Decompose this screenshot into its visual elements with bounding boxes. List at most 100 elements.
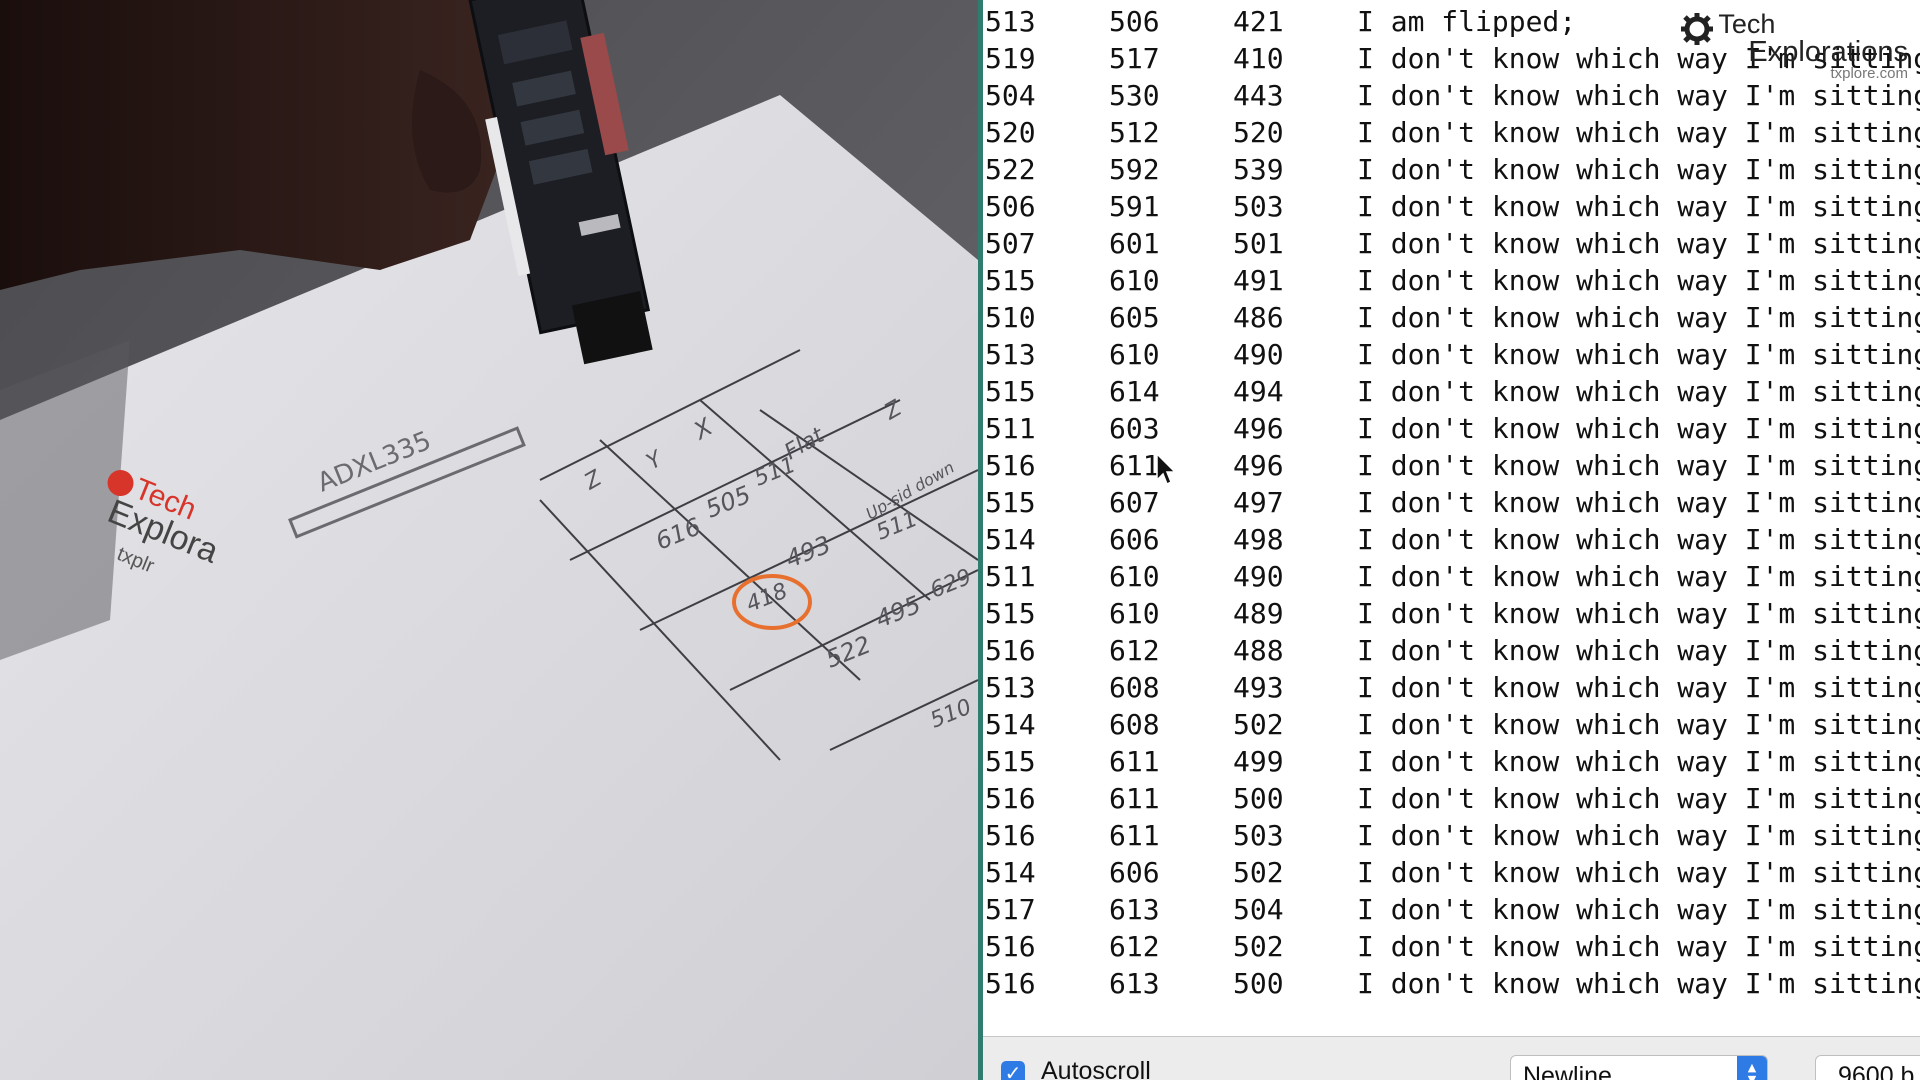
axis-reading: 510 [985,301,1036,334]
axis-reading: 611 [1109,819,1160,852]
baud-rate-value: 9600 b [1838,1062,1915,1080]
axis-reading: 513 [985,5,1036,38]
axis-reading: 491 [1233,264,1284,297]
serial-output[interactable]: 513 506 421 I am flipped; 519 517 410 I don't k… [983,0,1920,1036]
serial-line: 515 611 499 I don't know which way I'm sitt… [983,743,1920,780]
serial-line: 516 612 502 I don't know which way I'm sitt… [983,928,1920,965]
axis-reading: 610 [1109,264,1160,297]
orientation-message: I don't know which way I'm sitting! [1357,79,1920,112]
orientation-message: I don't know which way I'm sitting! [1357,634,1920,667]
axis-reading: 489 [1233,597,1284,630]
axis-reading: 539 [1233,153,1284,186]
axis-reading: 514 [985,523,1036,556]
mouse-cursor-icon [1156,452,1177,486]
orientation-message: I don't know which way I'm sitting! [1357,190,1920,223]
serial-line: 516 611 503 I don't know which way I'm sitt… [983,817,1920,854]
brand-url: txplore.com [1830,65,1908,82]
orientation-message: I don't know which way I'm sitting! [1357,819,1920,852]
axis-reading: 515 [985,486,1036,519]
axis-reading: 516 [985,930,1036,963]
axis-reading: 516 [985,782,1036,815]
orientation-message: I don't know which way I'm sitting! [1357,153,1920,186]
axis-reading: 514 [985,708,1036,741]
autoscroll-checkbox[interactable]: ✓ [1001,1061,1025,1080]
axis-reading: 608 [1109,708,1160,741]
serial-line: 515 607 497 I don't know which way I'm sitt… [983,484,1920,521]
line-ending-select[interactable]: Newline ▲ ▼ [1510,1055,1768,1080]
axis-reading: 608 [1109,671,1160,704]
orientation-message: I don't know which way I'm sitting! [1357,338,1920,371]
orientation-message: I don't know which way I'm sitting! [1357,745,1920,778]
axis-reading: 515 [985,597,1036,630]
serial-line: 515 610 489 I don't know which way I'm sitt… [983,595,1920,632]
serial-monitor: 513 506 421 I am flipped; 519 517 410 I don't k… [983,0,1920,1080]
axis-reading: 490 [1233,338,1284,371]
axis-reading: 500 [1233,782,1284,815]
serial-line: 504 530 443 I don't know which way I'm sitt… [983,77,1920,114]
orientation-message: I don't know which way I'm sitting! [1357,930,1920,963]
axis-reading: 512 [1109,116,1160,149]
checkmark-icon: ✓ [1004,1061,1022,1080]
axis-reading: 496 [1233,412,1284,445]
axis-reading: 513 [985,338,1036,371]
orientation-message: I don't know which way I'm sitting! [1357,597,1920,630]
axis-reading: 530 [1109,79,1160,112]
axis-reading: 520 [1233,116,1284,149]
axis-reading: 614 [1109,375,1160,408]
serial-line: 515 610 491 I don't know which way I'm sitt… [983,262,1920,299]
serial-line: 511 610 490 I don't know which way I'm sitt… [983,558,1920,595]
axis-reading: 503 [1233,819,1284,852]
serial-line: 514 606 498 I don't know which way I'm sitt… [983,521,1920,558]
axis-reading: 607 [1109,486,1160,519]
serial-line: 513 610 490 I don't know which way I'm sitt… [983,336,1920,373]
serial-line: 522 592 539 I don't know which way I'm sitt… [983,151,1920,188]
paper-shadow [0,340,130,660]
axis-reading: 519 [985,42,1036,75]
axis-reading: 517 [1109,42,1160,75]
orientation-message: I don't know which way I'm sitting! [1357,967,1920,1000]
axis-reading: 511 [985,412,1036,445]
axis-reading: 610 [1109,597,1160,630]
orientation-message: I don't know which way I'm sitting! [1357,523,1920,556]
orientation-message: I don't know which way I'm sitting! [1357,486,1920,519]
axis-reading: 610 [1109,560,1160,593]
serial-line: 516 611 496 I don't know which way I'm sitt… [983,447,1920,484]
axis-reading: 443 [1233,79,1284,112]
axis-reading: 605 [1109,301,1160,334]
axis-reading: 592 [1109,153,1160,186]
serial-line: 511 603 496 I don't know which way I'm sitt… [983,410,1920,447]
serial-line: 514 606 502 I don't know which way I'm sitt… [983,854,1920,891]
serial-line: 510 605 486 I don't know which way I'm sitt… [983,299,1920,336]
serial-line: 514 608 502 I don't know which way I'm sitt… [983,706,1920,743]
brand-watermark: Tech Explorations txplore.com [1681,9,1908,82]
brand-name-line2: Explorations [1748,36,1908,68]
orientation-message: I don't know which way I'm sitting! [1357,671,1920,704]
orientation-message: I don't know which way I'm sitting! [1357,708,1920,741]
axis-reading: 500 [1233,967,1284,1000]
axis-reading: 502 [1233,708,1284,741]
serial-line: 506 591 503 I don't know which way I'm sitt… [983,188,1920,225]
serial-line: 507 601 501 I don't know which way I'm sitt… [983,225,1920,262]
orientation-message: I don't know which way I'm sitting! [1357,116,1920,149]
serial-line: 516 611 500 I don't know which way I'm sitt… [983,780,1920,817]
axis-reading: 515 [985,375,1036,408]
orientation-message: I don't know which way I'm sitting! [1357,375,1920,408]
axis-reading: 517 [985,893,1036,926]
baud-rate-select[interactable]: 9600 b [1815,1055,1920,1080]
axis-reading: 513 [985,671,1036,704]
brand-name-line1: Tech [1718,9,1776,39]
axis-reading: 502 [1233,930,1284,963]
axis-reading: 516 [985,967,1036,1000]
axis-reading: 421 [1233,5,1284,38]
axis-reading: 486 [1233,301,1284,334]
axis-reading: 410 [1233,42,1284,75]
axis-reading: 611 [1109,782,1160,815]
axis-reading: 504 [985,79,1036,112]
axis-reading: 504 [1233,893,1284,926]
serial-line: 516 612 488 I don't know which way I'm sitt… [983,632,1920,669]
axis-reading: 502 [1233,856,1284,889]
orientation-message: I don't know which way I'm sitting! [1357,893,1920,926]
orientation-message: I don't know which way I'm sitting! [1357,412,1920,445]
axis-reading: 601 [1109,227,1160,260]
serial-line: 517 613 504 I don't know which way I'm sitt… [983,891,1920,928]
